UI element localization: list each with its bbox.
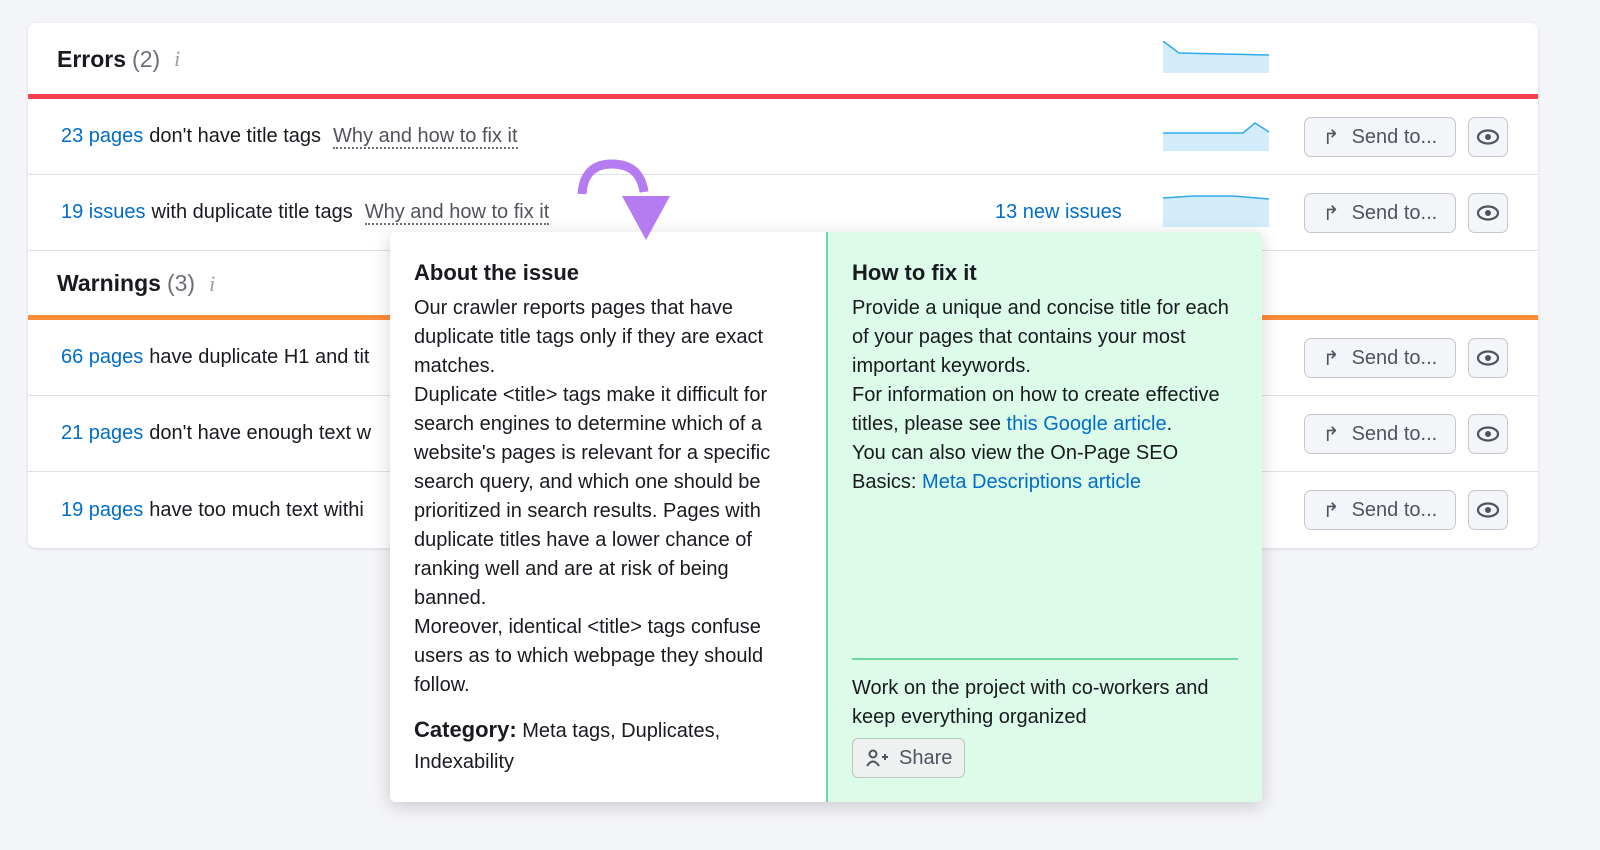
category: Category: Meta tags, Duplicates, Indexab… [414,714,802,778]
share-arrow-icon: ↱ [1322,126,1340,149]
about-column: About the issue Our crawler reports page… [390,232,826,802]
eye-icon [1476,129,1500,145]
fix-title: How to fix it [852,260,977,285]
issue-text: have duplicate H1 and tit [149,346,370,368]
send-to-button[interactable]: ↱ Send to... [1304,414,1456,454]
curved-arrow-icon [577,159,670,240]
errors-count: (2) [132,45,161,72]
add-user-icon [866,749,888,767]
issue-tooltip: About the issue Our crawler reports page… [390,232,1262,802]
eye-icon [1476,426,1500,442]
warnings-title: Warnings [57,270,161,296]
issue-count-link[interactable]: 19 pages [61,499,143,522]
issue-row: 23 pages don't have title tags Why and h… [28,99,1538,175]
eye-icon [1476,502,1500,518]
why-fix-link[interactable]: Why and how to fix it [333,125,518,149]
fix-text-part: . [1166,413,1173,435]
category-label: Category: [414,717,517,742]
share-button[interactable]: Share [852,738,966,778]
google-article-link[interactable]: this Google article [1007,413,1167,435]
warnings-count: (3) [166,270,196,296]
info-icon[interactable]: i [174,46,180,72]
about-title: About the issue [414,260,580,285]
send-to-button[interactable]: ↱ Send to... [1304,193,1456,233]
issue-count-link[interactable]: 21 pages [61,422,143,445]
issue-count-link[interactable]: 19 issues [61,201,146,224]
errors-header: Errors (2) i [28,23,1538,95]
eye-icon [1476,205,1500,221]
eye-button[interactable] [1468,414,1508,454]
about-text: Duplicate <title> tags make it difficult… [414,384,771,609]
issue-sparkline [1163,122,1269,151]
send-to-button[interactable]: ↱ Send to... [1304,117,1456,157]
issue-text: don't have enough text w [149,422,372,444]
issue-count-link[interactable]: 23 pages [61,125,143,148]
issue-text: don't have title tags [149,125,322,147]
footer-text: Work on the project with co-workers and … [852,677,1209,728]
send-label: Send to... [1351,125,1438,148]
about-text: Our crawler reports pages that have dupl… [414,297,764,377]
send-label: Send to... [1351,498,1438,521]
eye-button[interactable] [1468,117,1508,157]
issue-count-link[interactable]: 66 pages [61,346,143,369]
share-arrow-icon: ↱ [1322,347,1340,370]
share-arrow-icon: ↱ [1322,499,1340,522]
eye-button[interactable] [1468,338,1508,378]
info-icon[interactable]: i [209,271,215,297]
share-label: Share [899,746,953,769]
send-to-button[interactable]: ↱ Send to... [1304,338,1456,378]
eye-button[interactable] [1468,193,1508,233]
send-label: Send to... [1351,422,1438,445]
issue-text: with duplicate title tags [151,201,353,223]
send-label: Send to... [1351,346,1438,369]
eye-icon [1476,350,1500,366]
send-to-button[interactable]: ↱ Send to... [1304,490,1456,530]
meta-descriptions-link[interactable]: Meta Descriptions article [922,471,1141,493]
errors-title: Errors [57,45,127,72]
new-issues-link[interactable]: 13 new issues [995,201,1122,224]
errors-sparkline [1163,41,1269,73]
share-footer: Work on the project with co-workers and … [852,658,1238,778]
issue-sparkline [1163,195,1269,227]
issue-text: have too much text withi [149,498,364,521]
share-arrow-icon: ↱ [1322,423,1340,446]
about-text: Moreover, identical <title> tags confuse… [414,616,764,696]
why-fix-link[interactable]: Why and how to fix it [364,201,550,225]
fix-text: For information on how to create effecti… [852,381,1238,439]
share-arrow-icon: ↱ [1322,202,1340,225]
eye-button[interactable] [1468,490,1508,530]
send-label: Send to... [1351,201,1438,224]
fix-text: You can also view the On-Page SEO Basics… [852,439,1238,497]
fix-column: How to fix it Provide a unique and conci… [826,232,1262,802]
fix-text: Provide a unique and concise title for e… [852,297,1229,377]
